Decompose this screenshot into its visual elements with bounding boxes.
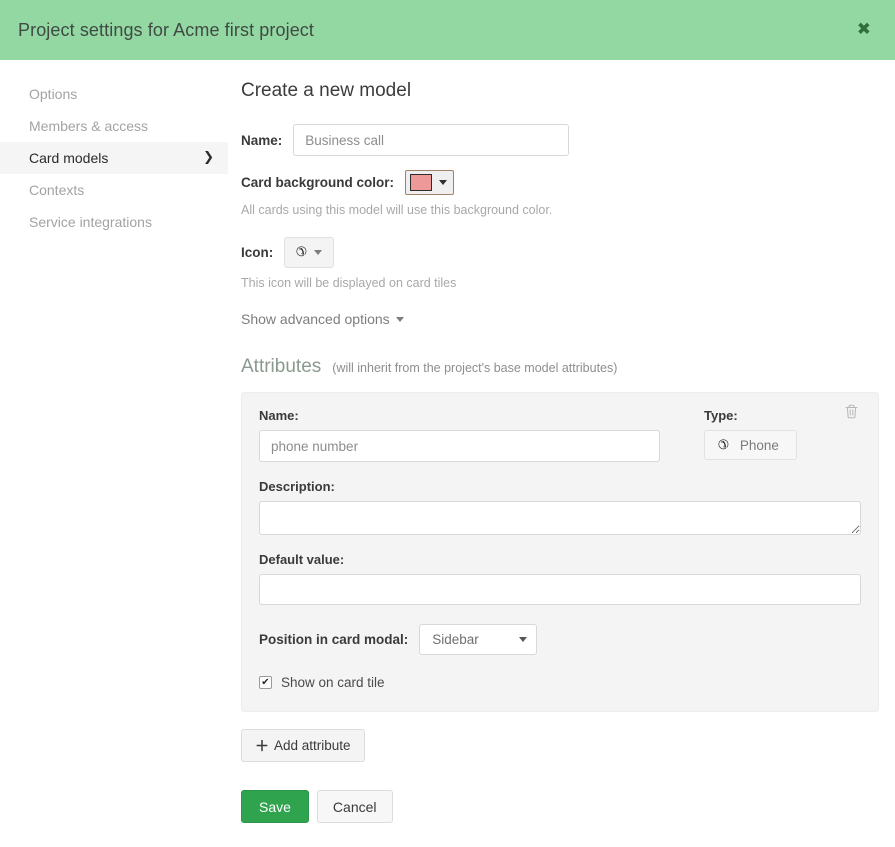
icon-label: Icon: [241,245,274,260]
show-on-card-tile-checkbox[interactable]: ✔ [259,676,272,689]
attribute-description-label: Description: [259,479,335,494]
attribute-name-label: Name: [259,408,299,423]
form-heading: Create a new model [241,80,412,101]
chevron-right-icon: ❯ [203,150,214,165]
model-name-label: Name: [241,132,283,148]
delete-attribute-icon[interactable] [845,404,858,423]
model-name-row: Name: [241,124,879,156]
attribute-position-label: Position in card modal: [259,632,409,647]
settings-sidebar: Options Members & access Card models ❯ C… [0,78,228,238]
attribute-position-row: Position in card modal: Sidebar [259,624,861,655]
chevron-down-icon [439,180,448,185]
attribute-type-label: Type: [704,408,738,423]
page-title: Project settings for Acme first project [18,19,315,40]
attributes-heading: Attributes [241,356,322,377]
attribute-position-select[interactable]: Sidebar [419,624,538,655]
sidebar-item-card-models[interactable]: Card models ❯ [0,142,228,174]
attribute-name-group: Name: [259,408,663,462]
card-bg-color-row: Card background color: [241,170,879,195]
icon-picker-button[interactable]: ✆ [284,237,335,268]
sidebar-item-label: Card models [29,150,109,166]
attribute-description-textarea[interactable] [259,501,861,535]
show-advanced-options-label: Show advanced options [241,311,390,327]
create-model-form: Create a new model Name: Card background… [241,60,879,823]
modal-body: Options Members & access Card models ❯ C… [0,60,895,847]
icon-help: This icon will be displayed on card tile… [241,276,457,290]
attribute-type-group: Type: ✆ Phone [663,408,861,462]
attribute-default-group: Default value: [259,552,861,605]
close-icon[interactable]: ✖ [853,18,875,43]
card-bg-color-help: All cards using this model will use this… [241,203,553,217]
sidebar-item-service-integrations[interactable]: Service integrations [0,206,228,238]
add-attribute-button[interactable]: ＋ Add attribute [241,729,365,762]
attributes-subnote: (will inherit from the project's base mo… [332,361,618,375]
modal-header: Project settings for Acme first project … [0,0,895,60]
form-footer: Save Cancel [241,790,879,823]
save-button[interactable]: Save [241,790,309,823]
attribute-description-group: Description: [259,479,861,535]
sidebar-item-contexts[interactable]: Contexts [0,174,228,206]
phone-icon: ✆ [296,245,308,260]
attribute-type-button[interactable]: ✆ Phone [704,430,797,460]
card-bg-color-label: Card background color: [241,175,395,190]
attribute-default-input[interactable] [259,574,861,605]
sidebar-item-options[interactable]: Options [0,78,228,110]
cancel-button[interactable]: Cancel [316,790,393,823]
attribute-default-label: Default value: [259,552,345,567]
attribute-position-value: Sidebar [432,632,479,647]
attributes-heading-row: Attributes (will inherit from the projec… [241,356,879,378]
chevron-down-icon [519,637,528,642]
attribute-name-input[interactable] [259,430,660,462]
model-name-input[interactable] [293,124,570,156]
add-attribute-label: Add attribute [274,738,351,753]
show-on-card-tile-label: Show on card tile [281,675,385,690]
sidebar-item-label: Options [29,86,78,102]
show-on-card-tile-row: ✔ Show on card tile [259,675,861,690]
sidebar-item-label: Service integrations [29,214,152,230]
sidebar-item-members-access[interactable]: Members & access [0,110,228,142]
sidebar-item-label: Contexts [29,182,85,198]
attribute-top-row: Name: Type: ✆ Phone [259,408,861,462]
plus-icon: ＋ [255,738,269,755]
icon-row: Icon: ✆ [241,237,879,268]
phone-icon: ✆ [718,437,729,453]
attribute-card: Name: Type: ✆ Phone Description: Default… [241,392,879,712]
chevron-down-icon [395,316,404,322]
attribute-type-value: Phone [739,437,779,453]
color-picker-button[interactable] [405,170,455,195]
show-advanced-options-toggle[interactable]: Show advanced options [241,311,404,327]
chevron-down-icon [314,250,323,255]
color-swatch [410,174,433,191]
sidebar-item-label: Members & access [29,118,149,134]
